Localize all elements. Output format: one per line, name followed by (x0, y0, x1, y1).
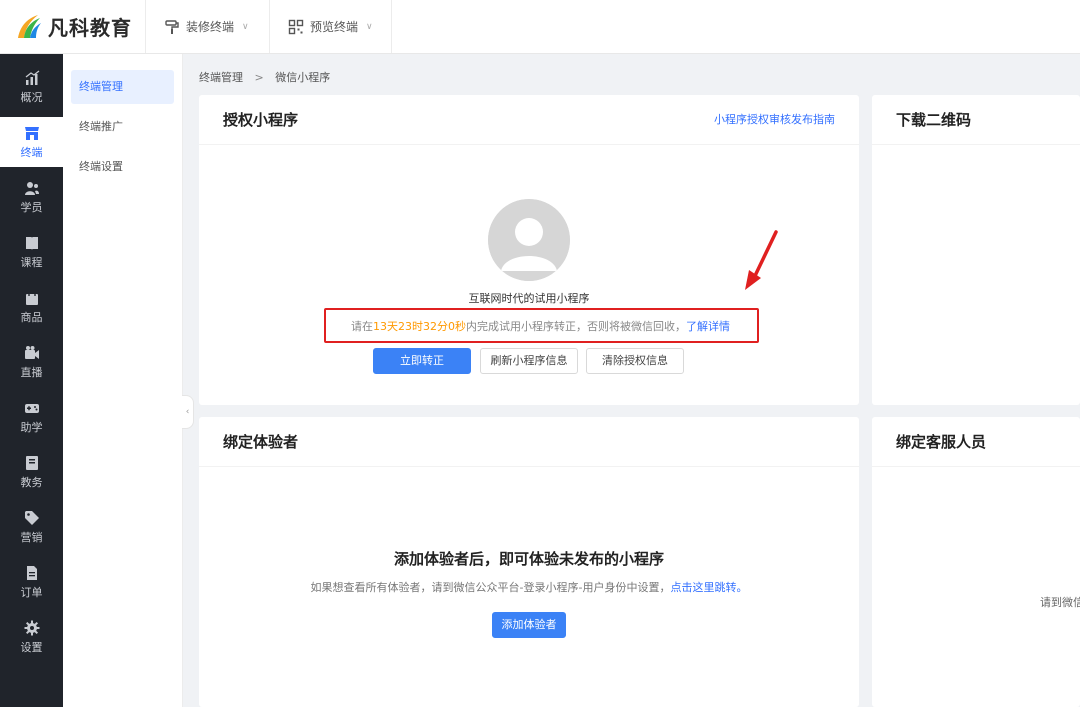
sidebar-item-students[interactable]: 学员 (0, 172, 63, 222)
notice-middle: 内完成试用小程序转正，否则将被微信回收， (466, 320, 686, 333)
chevron-down-icon: ∨ (242, 21, 249, 32)
empty-state-title: 添加体验者后，即可体验未发布的小程序 (393, 550, 664, 568)
sidebar-item-label: 商品 (20, 310, 43, 324)
chart-icon (25, 69, 39, 85)
store-icon (24, 126, 39, 140)
sidebar-item-label: 订单 (20, 585, 43, 599)
sidebar-item-label: 终端 (20, 145, 43, 159)
sidebar-item-label: 营销 (20, 530, 43, 544)
submenu-item-terminal-settings[interactable]: 终端设置 (71, 150, 174, 184)
book-icon (25, 236, 38, 250)
top-bar: 凡科教育 装修终端 ∨ 预览终端 ∨ (0, 0, 1080, 54)
notebook-icon (25, 455, 38, 470)
topnav-label: 装修终端 (186, 20, 235, 34)
sidebar-item-label: 学员 (20, 200, 43, 214)
topnav-decorate-terminal[interactable]: 装修终端 ∨ (145, 0, 267, 53)
document-icon (26, 565, 37, 580)
sidebar-item-label: 概况 (20, 90, 43, 104)
clear-auth-button[interactable]: 清除授权信息 (586, 348, 684, 374)
auth-guide-link[interactable]: 小程序授权审核发布指南 (714, 111, 835, 127)
refresh-info-button[interactable]: 刷新小程序信息 (480, 348, 578, 374)
breadcrumb-separator: > (254, 71, 264, 84)
gear-icon (24, 620, 39, 635)
sidebar-item-label: 课程 (20, 255, 43, 269)
add-tester-button[interactable]: 添加体验者 (492, 612, 566, 638)
card-title: 下载二维码 (872, 95, 1080, 145)
breadcrumb-parent[interactable]: 终端管理 (199, 71, 243, 84)
topnav-label: 预览终端 (310, 20, 359, 34)
sidebar-item-terminal[interactable]: 终端 (0, 117, 63, 167)
trial-expiry-notice: 请在13天23时32分0秒内完成试用小程序转正，否则将被微信回收，了解详情 (351, 318, 730, 334)
card-title: 绑定体验者 (199, 417, 859, 467)
video-camera-icon (24, 345, 39, 359)
sidebar-item-label: 直播 (20, 365, 43, 379)
brand-name: 凡科教育 (48, 15, 132, 40)
sidebar-item-marketing[interactable]: 营销 (0, 502, 63, 552)
sidebar-item-live[interactable]: 直播 (0, 337, 63, 387)
submenu-item-terminal-management[interactable]: 终端管理 (71, 70, 174, 104)
secondary-menu: 终端管理 终端推广 终端设置 (63, 54, 183, 707)
bag-icon (25, 290, 38, 305)
desc-prefix: 如果想查看所有体验者，请到微信公众平台-登录小程序-用户身份中设置， (310, 581, 671, 594)
service-hint: 请到微信 (1040, 596, 1080, 609)
bind-customer-service-card: 绑定客服人员 请到微信 (872, 417, 1080, 707)
sidebar-item-academic[interactable]: 教务 (0, 447, 63, 497)
convert-now-button[interactable]: 立即转正 (373, 348, 471, 374)
countdown-timer: 13天23时32分0秒 (373, 320, 466, 333)
bind-testers-card: 绑定体验者 添加体验者后，即可体验未发布的小程序 如果想查看所有体验者，请到微信… (199, 417, 859, 707)
sidebar-item-label: 设置 (20, 640, 43, 654)
breadcrumb-current: 微信小程序 (275, 71, 331, 84)
submenu-item-terminal-promotion[interactable]: 终端推广 (71, 110, 174, 144)
mini-program-avatar (488, 199, 570, 281)
default-avatar-icon (488, 199, 570, 281)
empty-state-description: 如果想查看所有体验者，请到微信公众平台-登录小程序-用户身份中设置，点击这里跳转… (199, 579, 859, 595)
notice-prefix: 请在 (351, 320, 373, 333)
gamepad-icon (24, 403, 39, 413)
sidebar-item-label: 助学 (20, 420, 43, 434)
main-sidebar: 概况 终端 学员 课程 商品 直播 助学 教务 营销 订单 设置 (0, 54, 63, 707)
qr-code-icon (288, 19, 304, 34)
sidebar-item-orders[interactable]: 订单 (0, 557, 63, 607)
download-qr-card: 下载二维码 (872, 95, 1080, 405)
topnav-preview-terminal[interactable]: 预览终端 ∨ (269, 0, 392, 53)
brand-logo-icon (18, 15, 41, 38)
learn-more-link[interactable]: 了解详情 (686, 320, 730, 333)
paint-roller-icon (165, 19, 179, 34)
brand-logo[interactable]: 凡科教育 (14, 9, 144, 43)
tag-icon (24, 510, 39, 525)
sidebar-item-study-aid[interactable]: 助学 (0, 392, 63, 442)
red-arrow-annotation (745, 230, 778, 290)
chevron-down-icon: ∨ (366, 21, 373, 32)
sidebar-item-overview[interactable]: 概况 (0, 62, 63, 112)
sidebar-item-settings[interactable]: 设置 (0, 612, 63, 662)
sidebar-item-label: 教务 (20, 475, 43, 489)
breadcrumb: 终端管理 > 微信小程序 (199, 69, 330, 85)
card-title: 绑定客服人员 (872, 417, 1080, 467)
collapse-sidebar-button[interactable]: ‹ (182, 395, 194, 429)
sidebar-item-products[interactable]: 商品 (0, 282, 63, 332)
jump-link[interactable]: 点击这里跳转。 (670, 581, 747, 594)
users-icon (24, 181, 39, 195)
sidebar-item-courses[interactable]: 课程 (0, 227, 63, 277)
